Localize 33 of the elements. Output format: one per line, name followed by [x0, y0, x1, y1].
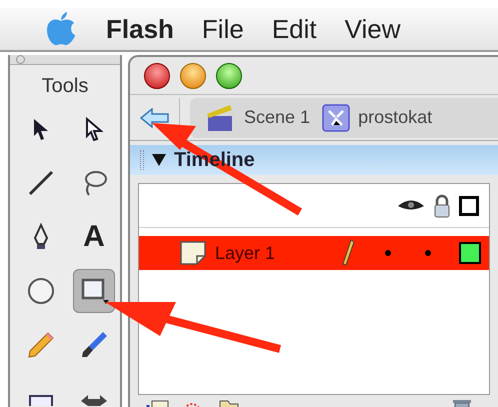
brush-tool-icon: [79, 330, 109, 360]
oval-tool-icon: [26, 276, 56, 306]
close-button[interactable]: [144, 62, 170, 88]
double-arrow-icon: [79, 392, 109, 406]
text-tool-icon: A: [83, 222, 105, 252]
tool-button[interactable]: A: [73, 215, 115, 259]
zoom-button[interactable]: [216, 62, 242, 88]
subselect-tool-icon: [85, 117, 103, 141]
arrow-tool-icon: [32, 117, 50, 141]
layer-row[interactable]: Layer 1: [139, 236, 489, 270]
lock-icon[interactable]: [433, 194, 451, 218]
back-arrow-icon: [140, 108, 170, 128]
menu-item[interactable]: View: [344, 10, 401, 48]
menu-item[interactable]: File: [202, 10, 244, 48]
layer-name: Layer 1: [215, 242, 276, 265]
pencil-tool-icon: [26, 330, 56, 360]
tool-button[interactable]: [73, 269, 115, 313]
pencil-icon: [341, 239, 355, 267]
panel-title: Tools: [40, 74, 90, 99]
apple-logo-icon[interactable]: [44, 11, 78, 47]
minimize-button[interactable]: [180, 62, 206, 88]
scene-link[interactable]: Scene 1: [244, 104, 310, 131]
outline-icon[interactable]: [459, 196, 479, 216]
line-tool-icon: [26, 168, 56, 198]
layer-icon: [179, 240, 207, 266]
symbol-icon: [322, 104, 350, 132]
layer-color-swatch[interactable]: [459, 242, 481, 264]
disclosure-triangle-icon: [152, 154, 166, 166]
menu-item[interactable]: Flash: [106, 10, 174, 48]
rectangle-tool-icon: [79, 276, 109, 306]
menu-item[interactable]: Edit: [272, 10, 317, 48]
symbol-link[interactable]: prostokat: [358, 104, 432, 131]
transform-tool-icon: [26, 392, 56, 406]
